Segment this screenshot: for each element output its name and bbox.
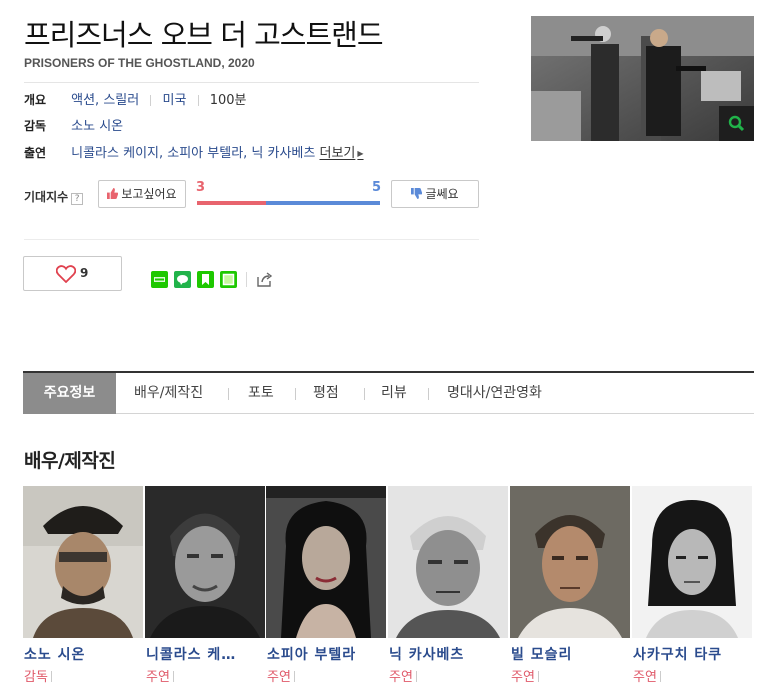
want-count: 3 xyxy=(196,180,206,195)
person-role-text: 감독 xyxy=(24,670,48,685)
person-name[interactable]: 소노 시온 xyxy=(24,644,136,664)
person-role: 감독 xyxy=(24,666,52,685)
cast-link[interactable]: 니콜라스 케이지, 소피아 부텔라, 닉 카사베츠 xyxy=(71,146,315,161)
search-icon xyxy=(728,115,745,132)
separator xyxy=(537,671,539,682)
person-role-text: 주연 xyxy=(389,670,413,685)
more-cast-label: 더보기 xyxy=(319,146,356,161)
tab-photo[interactable]: 포토 xyxy=(248,373,274,414)
expectation-label: 기대지수? xyxy=(24,188,84,205)
help-icon[interactable]: ? xyxy=(71,193,84,205)
tab-rating[interactable]: 평점 xyxy=(313,373,339,414)
movie-title: 프리즈너스 오브 더 고스트랜드 xyxy=(24,18,383,52)
person-role: 주연 xyxy=(633,666,661,685)
country-link[interactable]: 미국 xyxy=(163,93,187,108)
like-button[interactable]: 9 xyxy=(23,256,122,291)
person-photo xyxy=(145,486,265,638)
director-link[interactable]: 소노 시온 xyxy=(71,119,123,134)
not-sure-button[interactable]: 글쎄요 xyxy=(391,180,479,208)
cast-card[interactable]: 소피아 부텔라 주연 xyxy=(266,486,388,696)
tab-separator xyxy=(295,388,296,400)
cast-card[interactable]: 닉 카사베츠 주연 xyxy=(388,486,510,696)
runtime: 100분 xyxy=(209,93,247,108)
memo-icon[interactable] xyxy=(220,271,237,288)
like-count: 9 xyxy=(80,266,89,280)
divider xyxy=(24,239,479,240)
cast-card[interactable]: 소노 시온 감독 xyxy=(23,486,145,696)
section-title: 배우/제작진 xyxy=(24,450,116,472)
no-bar xyxy=(266,201,380,205)
divider xyxy=(246,272,247,287)
separator xyxy=(415,671,417,682)
movie-original-title: PRISONERS OF THE GHOSTLAND, 2020 xyxy=(24,56,255,70)
person-photo xyxy=(23,486,143,638)
cast-card[interactable]: 사카구치 타쿠 주연 xyxy=(632,486,754,696)
tab-cast-crew[interactable]: 배우/제작진 xyxy=(134,373,203,414)
person-photo xyxy=(266,486,386,638)
person-name[interactable]: 닉 카사베츠 xyxy=(389,644,501,664)
person-role: 주연 xyxy=(267,666,295,685)
person-role-text: 주연 xyxy=(267,670,291,685)
person-role: 주연 xyxy=(146,666,174,685)
tab-quotes-related[interactable]: 명대사/연관영화 xyxy=(447,373,542,414)
thumbs-down-icon xyxy=(411,188,423,199)
more-cast-link[interactable]: 더보기 ▶ xyxy=(320,146,364,161)
tab-separator xyxy=(228,388,229,400)
cast-row: 출연 니콜라스 케이지, 소피아 부텔라, 닉 카사베츠 더보기 ▶ xyxy=(24,144,364,162)
person-role-text: 주연 xyxy=(633,670,657,685)
divider xyxy=(24,82,479,83)
separator xyxy=(659,671,661,682)
separator xyxy=(293,671,295,682)
overview-label: 개요 xyxy=(24,93,47,107)
no-count: 5 xyxy=(372,180,382,195)
separator xyxy=(197,95,199,106)
want-to-see-label: 보고싶어요 xyxy=(121,187,177,201)
cast-card[interactable]: 빌 모슬리 주연 xyxy=(510,486,632,696)
tab-separator xyxy=(364,388,365,400)
want-to-see-button[interactable]: 보고싶어요 xyxy=(98,180,186,208)
tab-main-info[interactable]: 주요정보 xyxy=(23,373,116,414)
not-sure-label: 글쎄요 xyxy=(425,187,459,201)
person-name[interactable]: 니콜라스 케… xyxy=(146,644,258,664)
genre-link[interactable]: 액션, 스릴러 xyxy=(71,93,139,108)
share-out-icon[interactable] xyxy=(256,271,273,288)
tab-separator xyxy=(428,388,429,400)
separator xyxy=(172,671,174,682)
line-icon[interactable] xyxy=(174,271,191,288)
want-bar xyxy=(197,201,266,205)
person-role: 주연 xyxy=(511,666,539,685)
zoom-button[interactable] xyxy=(719,106,754,141)
person-name[interactable]: 빌 모슬리 xyxy=(511,644,623,664)
person-role-text: 주연 xyxy=(511,670,535,685)
person-name[interactable]: 사카구치 타쿠 xyxy=(633,644,745,664)
separator xyxy=(150,95,152,106)
person-name[interactable]: 소피아 부텔라 xyxy=(267,644,379,664)
bookmark-icon[interactable] xyxy=(197,271,214,288)
expectation-label-text: 기대지수 xyxy=(24,190,69,204)
band-icon[interactable] xyxy=(151,271,168,288)
thumbs-up-icon xyxy=(107,188,119,199)
person-photo xyxy=(632,486,752,638)
person-role: 주연 xyxy=(389,666,417,685)
heart-icon xyxy=(56,265,76,283)
cast-card[interactable]: 니콜라스 케… 주연 xyxy=(145,486,267,696)
tab-bar: 주요정보 배우/제작진 포토 평점 리뷰 명대사/연관영화 xyxy=(23,371,754,414)
director-label: 감독 xyxy=(24,119,47,133)
tab-review[interactable]: 리뷰 xyxy=(381,373,407,414)
person-photo xyxy=(510,486,630,638)
director-row: 감독 소노 시온 xyxy=(24,117,123,135)
person-photo xyxy=(388,486,508,638)
person-role-text: 주연 xyxy=(146,670,170,685)
separator xyxy=(50,671,52,682)
cast-label: 출연 xyxy=(24,146,47,160)
caret-right-icon: ▶ xyxy=(357,149,364,158)
overview-row: 개요 액션, 스릴러 미국 100분 xyxy=(24,91,246,109)
